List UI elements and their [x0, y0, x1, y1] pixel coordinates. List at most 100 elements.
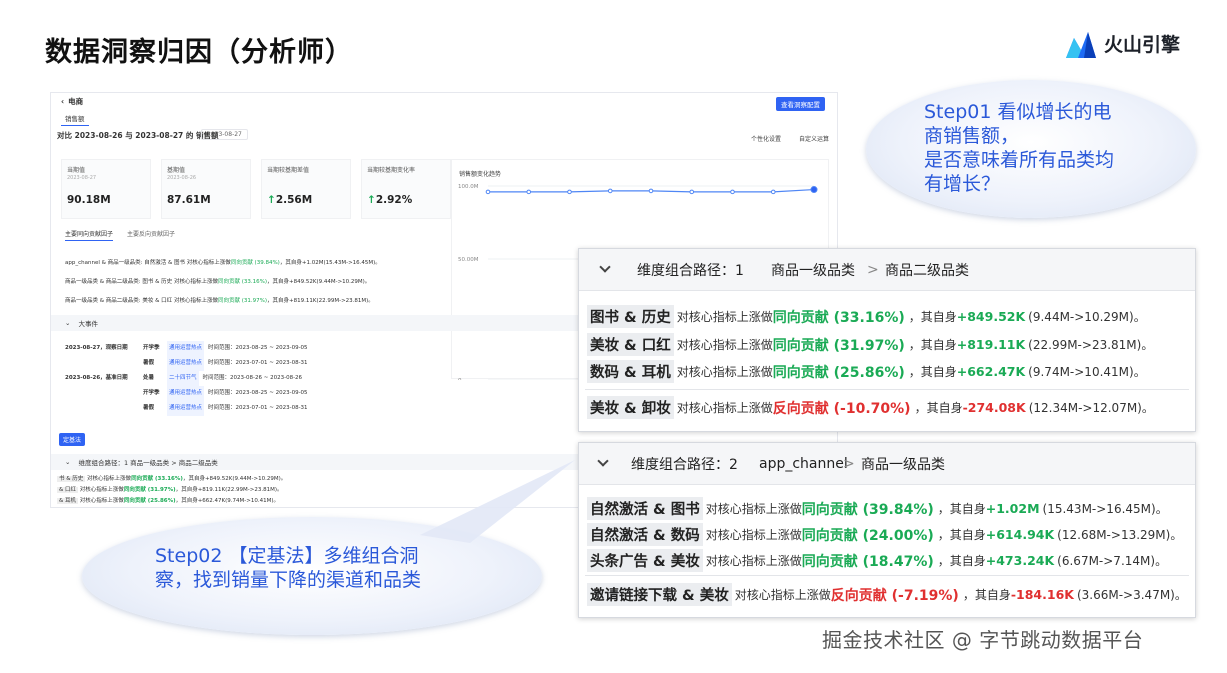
self-label: ，其自身: [908, 310, 957, 324]
contribution-value: 同向贡献 (25.86%): [772, 364, 905, 381]
list-item: & 口红 对核心指标上涨做同向贡献 (31.97%)，其自身+819.11K(2…: [57, 487, 283, 493]
list-item: 商品一级品类 & 商品二级品类: 美妆 & 口红 对核心指标上涨做同向贡献 (3…: [65, 298, 374, 304]
trend-point[interactable]: [689, 189, 695, 195]
y-tick-label: 100.0M: [458, 184, 479, 190]
trend-point[interactable]: [607, 188, 613, 194]
contribution-row: 自然激活 & 数码 对核心指标上涨做 同向贡献 (24.00%) ，其自身 +614.9…: [587, 523, 1182, 546]
contribution-tabs: 主要同向贡献因子 主要反向贡献因子: [65, 229, 175, 241]
callout-pointer: [420, 460, 575, 543]
panel-1-header[interactable]: 维度组合路径：1 商品一级品类 > 商品二级品类: [579, 249, 1195, 291]
metric-card: 当期值 2023-08-27 90.18M: [61, 159, 151, 219]
tab-sales[interactable]: 销售额: [61, 113, 89, 126]
delta-value: +662.47K: [956, 364, 1026, 379]
volcano-logo-icon: [1066, 32, 1096, 58]
metric-date: 2023-08-27: [67, 175, 97, 181]
trend-point[interactable]: [648, 188, 654, 194]
dimension-tag: 自然激活 & 图书: [587, 497, 703, 520]
contribution-value: 反向贡献 (-10.70%): [772, 400, 911, 417]
dimension-a: app_channel: [759, 455, 848, 472]
contribution-value: 同向贡献 (24.00%): [801, 527, 934, 544]
metric-label: 当期较基期变化率: [367, 167, 416, 174]
custom-calc-link[interactable]: 自定义运算: [799, 134, 829, 143]
description: 对核心指标上涨做: [705, 554, 802, 568]
self-label: ，其自身: [937, 528, 986, 542]
panel-2-header[interactable]: 维度组合路径：2 app_channel > 商品一级品类: [579, 443, 1195, 485]
personal-settings-link[interactable]: 个性化设置: [751, 134, 781, 143]
description: 对核心指标上涨做: [734, 588, 831, 602]
watermark: 掘金技术社区 @ 字节跳动数据平台: [822, 628, 1144, 652]
dimension-tag: 图书 & 历史: [587, 305, 674, 328]
description: 对核心指标上涨做: [676, 310, 773, 324]
metric-label: 当期值: [67, 167, 86, 174]
mini-contribution-list: 书 & 历史 对核心指标上涨做同向贡献 (33.16%)，其自身+849.52K…: [57, 474, 286, 507]
set-base-button[interactable]: 定基法: [59, 433, 86, 446]
contribution-row: 头条广告 & 美妆 对核心指标上涨做 同向贡献 (18.47%) ，其自身 +473.2…: [587, 549, 1167, 572]
contribution-row: 美妆 & 卸妆 对核心指标上涨做 反向贡献 (-10.70%) ，其自身 -274.08…: [587, 396, 1154, 419]
app-name: 电商: [68, 96, 84, 106]
path-separator: >: [867, 261, 879, 278]
trend-point[interactable]: [770, 189, 776, 195]
contribution-row: 数码 & 耳机 对核心指标上涨做 同向贡献 (25.86%) ，其自身 +662.47K…: [587, 360, 1146, 383]
delta-value: +819.11K: [956, 337, 1026, 352]
description: 对核心指标上涨做: [705, 528, 802, 542]
list-item: app_channel & 商品一级品类: 自然激活 & 图书 对核心指标上涨做…: [65, 260, 381, 266]
self-label: ，其自身: [962, 588, 1011, 602]
trend-point[interactable]: [567, 189, 572, 195]
event-row: 2023-08-26，基准日期 处暑 二十四节气 时间范围：2023-08-26 ~ …: [65, 371, 308, 386]
description: 对核心指标上涨做: [676, 338, 773, 352]
self-label: ，其自身: [908, 365, 957, 379]
metric-cards: 当期值 2023-08-27 90.18M 基期值 2023-08-26 87.…: [61, 159, 451, 219]
delta-value: +849.52K: [956, 309, 1026, 324]
trend-point[interactable]: [485, 189, 491, 195]
delta-value: +473.24K: [985, 553, 1055, 568]
range-value: (6.67M->7.14M)。: [1057, 554, 1168, 568]
dimension-tag: 自然激活 & 数码: [587, 523, 703, 546]
delta-value: +614.94K: [985, 527, 1055, 542]
metric-label: 当期较基期差值: [267, 167, 310, 174]
metric-card: 当期较基期差值 ↑2.56M: [261, 159, 351, 219]
dimension-tag: 美妆 & 口红: [587, 333, 674, 356]
contribution-value: 同向贡献 (39.84%): [801, 501, 934, 518]
metric-value: ↑2.56M: [267, 194, 313, 206]
path-label: 维度组合路径：1: [637, 262, 744, 279]
contribution-row: 美妆 & 口红 对核心指标上涨做 同向贡献 (31.97%) ，其自身 +819.11K…: [587, 333, 1153, 356]
delta-value: -184.16K: [1010, 587, 1074, 602]
contribution-value: 同向贡献 (18.47%): [801, 553, 934, 570]
chevron-down-icon: [599, 261, 611, 273]
tab-negative-contrib[interactable]: 主要反向贡献因子: [127, 229, 175, 241]
tab-positive-contrib[interactable]: 主要同向贡献因子: [65, 229, 114, 241]
chevron-down-icon: [597, 455, 609, 467]
date-picker[interactable]: 2023-08-27: [201, 129, 248, 140]
range-value: (9.44M->10.29M)。: [1028, 310, 1146, 324]
event-row: 2023-08-27，观察日期 开学季 通用运营热点 时间范围：2023-08-25 …: [65, 341, 308, 356]
range-value: (9.74M->10.41M)。: [1028, 365, 1146, 379]
range-value: (15.43M->16.45M)。: [1042, 502, 1168, 516]
description: 对核心指标上涨做: [705, 502, 802, 516]
up-arrow-icon: ↑: [367, 194, 376, 206]
trend-point[interactable]: [730, 189, 735, 195]
trend-point[interactable]: [810, 186, 818, 194]
range-value: (12.34M->12.07M)。: [1028, 401, 1154, 415]
self-label: ，其自身: [914, 401, 963, 415]
list-item: & 耳机 对核心指标上涨做同向贡献 (25.86%)，其自身+662.47K(9…: [57, 498, 280, 504]
contribution-row: 自然激活 & 图书 对核心指标上涨做 同向贡献 (39.84%) ，其自身 +1.02M…: [587, 497, 1168, 520]
divider: [585, 389, 1189, 390]
back-arrow-icon[interactable]: ‹: [61, 97, 64, 106]
y-tick-label: 50.00M: [458, 257, 479, 263]
self-label: ，其自身: [937, 502, 986, 516]
event-row: 暑假 通用运营热点 时间范围：2023-07-01 ~ 2023-08-31: [65, 401, 308, 416]
delta-value: -274.08K: [962, 400, 1026, 415]
contribution-row: 邀请链接下载 & 美妆 对核心指标上涨做 反向贡献 (-7.19%) ，其自身 -184…: [587, 583, 1187, 606]
dimension-tag: 邀请链接下载 & 美妆: [587, 583, 732, 606]
dimension-tag: 数码 & 耳机: [587, 360, 674, 383]
metric-card: 当期较基期变化率 ↑2.92%: [361, 159, 451, 219]
contribution-value: 同向贡献 (31.97%): [772, 337, 905, 354]
events-list: 2023-08-27，观察日期 开学季 通用运营热点 时间范围：2023-08-25 …: [65, 341, 308, 416]
path-separator: >: [843, 455, 855, 472]
up-arrow-icon: ↑: [267, 194, 276, 206]
brand-logo: 火山引擎: [1064, 28, 1180, 58]
contribution-value: 同向贡献 (33.16%): [772, 309, 905, 326]
description: 对核心指标上涨做: [676, 365, 773, 379]
view-insight-config-button[interactable]: 查看洞察配置: [776, 97, 825, 111]
trend-point[interactable]: [526, 189, 532, 195]
